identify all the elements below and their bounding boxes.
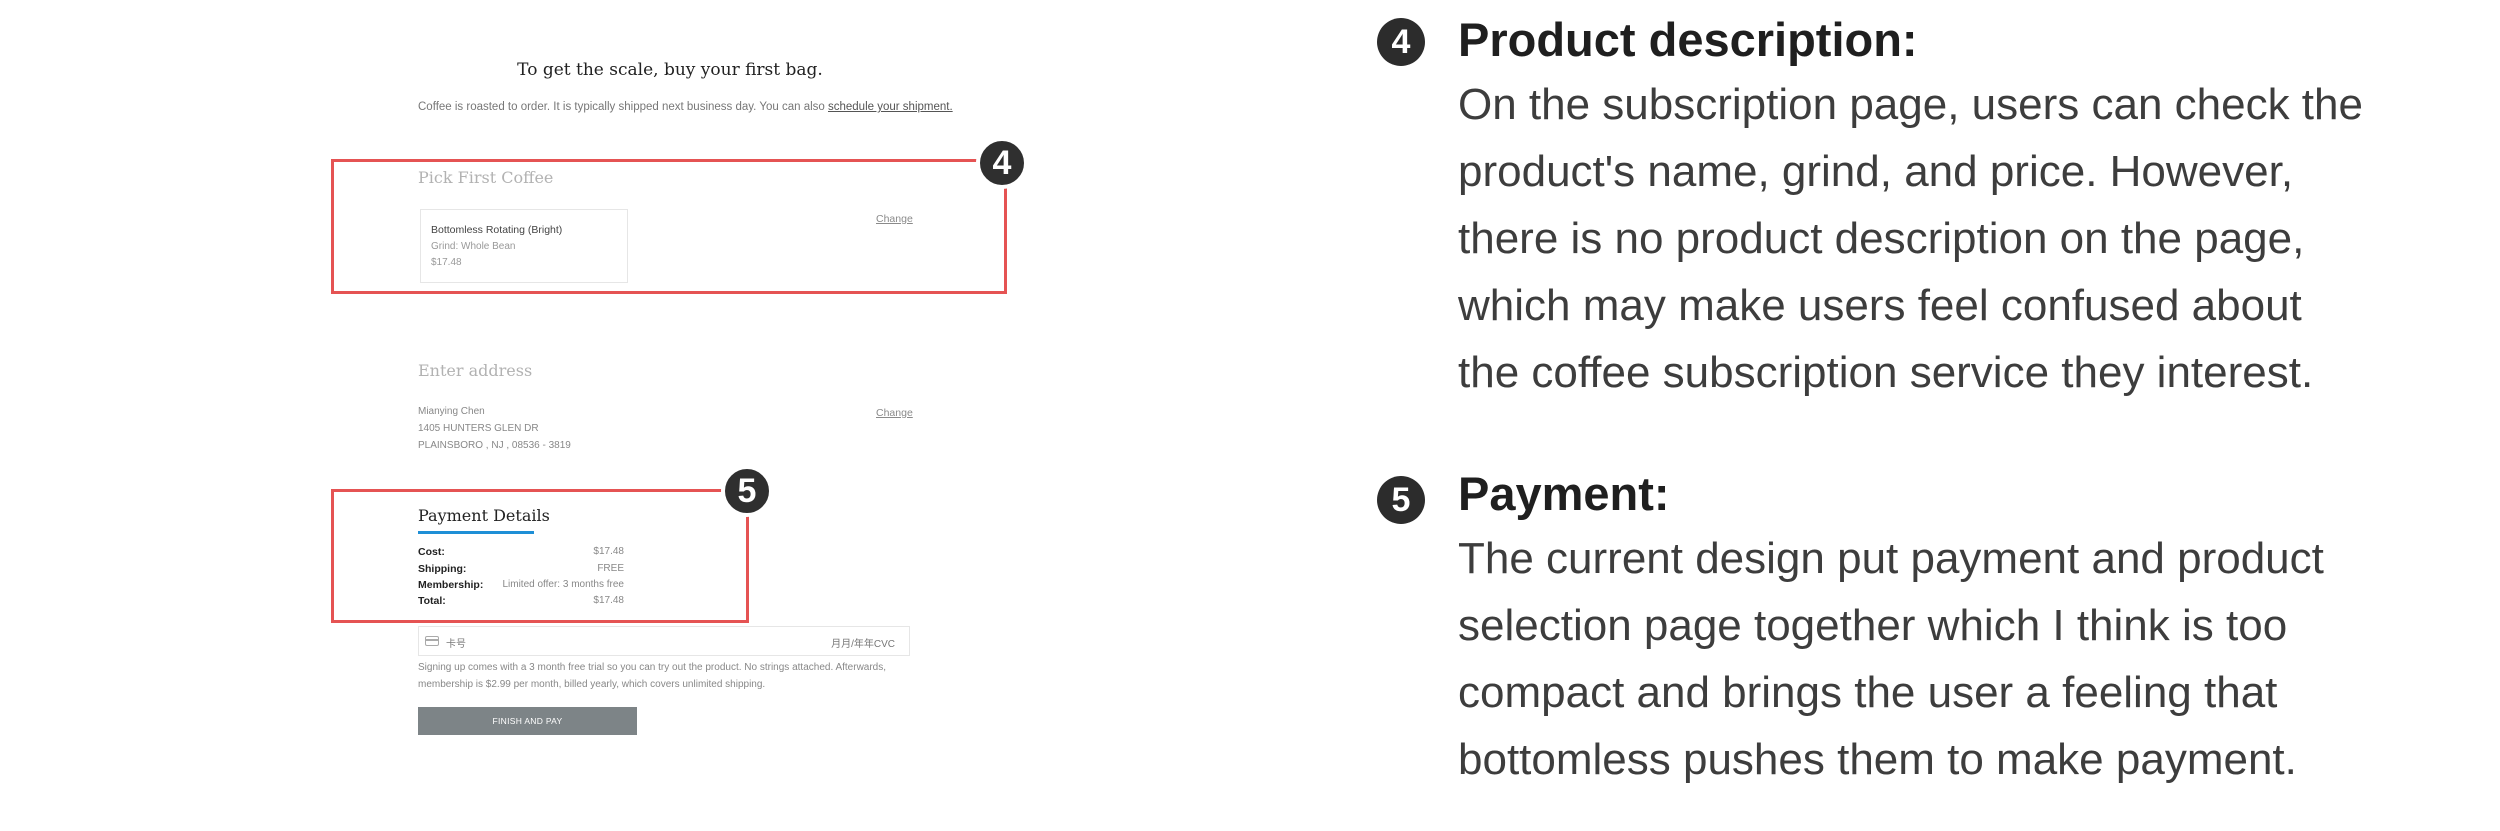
note-4-line: On the subscription page, users can chec… bbox=[1458, 80, 2363, 129]
finish-and-pay-button[interactable]: FINISH AND PAY bbox=[418, 707, 637, 735]
note-4-line: the coffee subscription service they int… bbox=[1458, 348, 2314, 397]
trial-fine-print: Signing up comes with a 3 month free tri… bbox=[418, 662, 887, 690]
change-address-link[interactable]: Change bbox=[876, 407, 913, 419]
schedule-shipment-link[interactable]: schedule your shipment. bbox=[828, 101, 953, 113]
note-5-line: The current design put payment and produ… bbox=[1458, 534, 2324, 583]
marker-4: 4 bbox=[976, 137, 1028, 189]
note-4-line: which may make users feel confused about bbox=[1458, 281, 2302, 330]
address-city: PLAINSBORO , NJ , 08536 - 3819 bbox=[418, 440, 571, 451]
note-5-line: compact and brings the user a feeling th… bbox=[1458, 668, 2278, 717]
credit-card-icon bbox=[425, 636, 439, 646]
note-4-line: there is no product description on the p… bbox=[1458, 214, 2305, 263]
shipping-info-text: Coffee is roasted to order. It is typica… bbox=[418, 101, 828, 113]
marker-5: 5 bbox=[721, 465, 773, 517]
address-street: 1405 HUNTERS GLEN DR bbox=[418, 423, 539, 434]
highlight-box-product bbox=[331, 159, 1007, 294]
address-title: Enter address bbox=[418, 361, 533, 380]
card-expiry-placeholder: 月月/年年CVC bbox=[831, 639, 895, 650]
note-4-line: product's name, grind, and price. Howeve… bbox=[1458, 147, 2294, 196]
note-title-product-description: Product description: bbox=[1458, 13, 1918, 66]
note-badge-5: 5 bbox=[1377, 476, 1425, 524]
note-5-line: bottomless pushes them to make payment. bbox=[1458, 735, 2297, 784]
address-name: Mianying Chen bbox=[418, 406, 485, 417]
note-badge-4: 4 bbox=[1377, 18, 1425, 66]
shipping-info: Coffee is roasted to order. It is typica… bbox=[418, 101, 953, 113]
note-5-line: selection page together which I think is… bbox=[1458, 601, 2288, 650]
note-title-payment: Payment: bbox=[1458, 467, 1670, 520]
checkout-mockup: To get the scale, buy your first bag. Co… bbox=[0, 0, 1330, 831]
highlight-box-payment bbox=[331, 489, 749, 623]
card-input[interactable]: 卡号 月月/年年CVC bbox=[418, 626, 910, 656]
page-headline: To get the scale, buy your first bag. bbox=[517, 60, 823, 80]
card-number-placeholder: 卡号 bbox=[446, 639, 466, 650]
